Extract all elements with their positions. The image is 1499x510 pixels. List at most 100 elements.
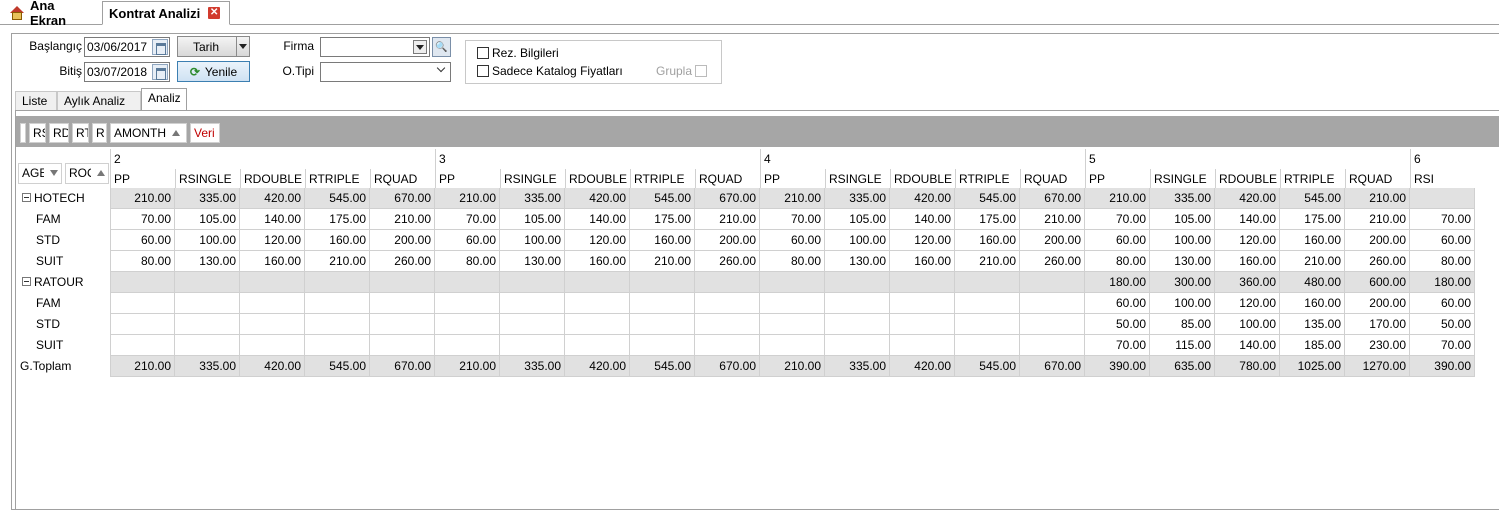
data-cell: 335.00 [175,356,240,377]
data-cell: 160.00 [305,230,370,251]
data-cell: 420.00 [1215,188,1280,209]
data-cell: 140.00 [1215,335,1280,356]
filter-field-handle[interactable] [20,123,26,143]
data-cell: 600.00 [1345,272,1410,293]
firma-combo[interactable] [320,37,430,57]
row-item-label[interactable]: FAM [16,293,110,314]
row-item-label[interactable]: STD [16,230,110,251]
collapse-icon[interactable] [22,277,31,286]
row-item-label[interactable]: SUIT [16,335,110,356]
data-cell [630,335,695,356]
data-cell: 200.00 [1020,230,1085,251]
row-item-label[interactable]: SUIT [16,251,110,272]
measure-header[interactable]: PP [760,169,825,190]
data-cell [890,293,955,314]
tab-analiz[interactable]: Analiz [141,88,187,110]
measure-header[interactable]: RDOUBLE [1215,169,1280,190]
data-cell: 300.00 [1150,272,1215,293]
measure-header[interactable]: RDOUBLE [565,169,630,190]
calendar-icon[interactable] [152,64,168,80]
measure-header[interactable]: RQUAD [1345,169,1410,190]
measure-header[interactable]: RSI [1410,169,1475,190]
data-cell: 670.00 [1020,356,1085,377]
grand-total-label[interactable]: G.Toplam [16,356,110,377]
measure-header[interactable]: RTRIPLE [955,169,1020,190]
data-cell: 160.00 [1215,251,1280,272]
data-cell: 80.00 [1410,251,1475,272]
data-cell: 1270.00 [1345,356,1410,377]
tab-ana-ekran[interactable]: Ana Ekran [4,0,100,28]
column-field-amonth[interactable]: AMONTH [110,123,187,143]
tab-liste[interactable]: Liste [15,91,57,110]
grupla-checkbox[interactable] [695,65,707,77]
dropdown-arrow-icon[interactable] [236,37,249,56]
measure-header[interactable]: RQUAD [695,169,760,190]
measure-header[interactable]: RSINGLE [175,169,240,190]
month-header[interactable]: 2 [110,149,175,170]
filter-field-rt[interactable]: RT [72,123,89,143]
data-cell [435,272,500,293]
filter-field-rd[interactable]: RD [49,123,69,143]
data-cell: 260.00 [1345,251,1410,272]
katalog-checkbox[interactable] [477,65,489,77]
data-cell: 420.00 [565,188,630,209]
data-cell: 140.00 [1215,209,1280,230]
data-cell [760,293,825,314]
month-header[interactable]: 3 [435,149,500,170]
measure-header[interactable]: RTRIPLE [1280,169,1345,190]
measure-header[interactable]: RTRIPLE [630,169,695,190]
firma-search-button[interactable]: 🔍 [432,37,451,57]
filter-field-r[interactable]: R [92,123,107,143]
row-field-age[interactable]: AGE [18,163,62,184]
data-field-veri[interactable]: Veri [190,123,220,143]
refresh-icon: ⟳ [189,64,200,79]
measure-header[interactable]: PP [1085,169,1150,190]
date-split-button[interactable]: Tarih [177,36,250,57]
data-cell [825,314,890,335]
measure-header[interactable]: RSINGLE [825,169,890,190]
row-field-room[interactable]: ROO [65,163,109,184]
data-cell: 545.00 [630,188,695,209]
data-cell: 360.00 [1215,272,1280,293]
month-header[interactable]: 6 [1410,149,1475,170]
measure-header[interactable]: RSINGLE [500,169,565,190]
data-cell [1020,272,1085,293]
row-item-label[interactable]: FAM [16,209,110,230]
data-cell [370,293,435,314]
measure-header[interactable]: PP [435,169,500,190]
filter-field-rs[interactable]: RS [29,123,46,143]
tab-aylik-analiz[interactable]: Aylık Analiz [57,91,141,110]
measure-header[interactable]: RQUAD [1020,169,1085,190]
start-date-value: 03/06/2017 [87,40,148,54]
rez-checkbox[interactable] [477,47,489,59]
tab-kontrat-analizi[interactable]: Kontrat Analizi ✕ [102,1,230,25]
collapse-icon[interactable] [22,193,31,202]
data-cell: 390.00 [1410,356,1475,377]
data-cell: 60.00 [1085,293,1150,314]
dropdown-arrow-icon[interactable] [413,40,427,54]
measure-header[interactable]: PP [110,169,175,190]
measure-header[interactable]: RQUAD [370,169,435,190]
measure-header[interactable]: RDOUBLE [240,169,305,190]
end-date-field[interactable]: 03/07/2018 [84,62,170,82]
close-icon[interactable]: ✕ [208,7,221,19]
refresh-button[interactable]: ⟳ Yenile [177,61,250,82]
otipi-select[interactable] [320,62,451,82]
data-cell: 120.00 [1215,293,1280,314]
data-cell: 130.00 [175,251,240,272]
row-item-label[interactable]: STD [16,314,110,335]
measure-header[interactable]: RSINGLE [1150,169,1215,190]
month-header[interactable]: 5 [1085,149,1150,170]
data-cell: 70.00 [760,209,825,230]
pivot-grid: RS RD RT R AMONTH Veri AGE ROO 23456PPRS… [15,110,1499,510]
data-cell: 210.00 [630,251,695,272]
month-header[interactable]: 4 [760,149,825,170]
data-cell: 160.00 [565,251,630,272]
calendar-icon[interactable] [152,39,168,55]
measure-header[interactable]: RDOUBLE [890,169,955,190]
measure-header[interactable]: RTRIPLE [305,169,370,190]
start-date-field[interactable]: 03/06/2017 [84,37,170,57]
data-cell [240,335,305,356]
date-button-label: Tarih [193,39,220,54]
data-cell: 545.00 [630,356,695,377]
